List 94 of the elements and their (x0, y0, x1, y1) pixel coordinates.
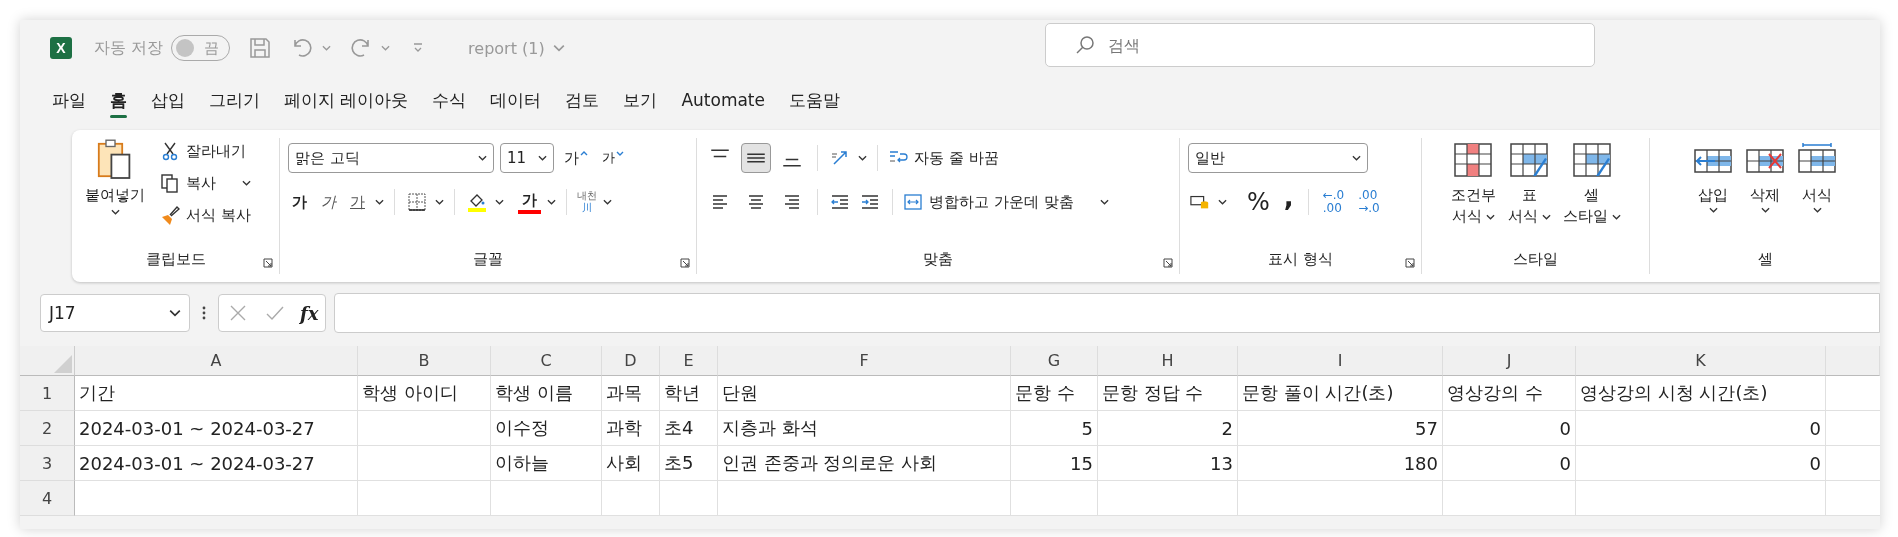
table-cell: 2024-03-01 ~ 2024-03-27 (75, 446, 358, 481)
table-cell: 인권 존중과 정의로운 사회 (718, 446, 1011, 481)
cell-command-button[interactable]: 서식 (1797, 142, 1837, 250)
comma-style-button[interactable]: , (1279, 182, 1298, 212)
table-cell: 학생 이름 (491, 376, 602, 411)
font-color-button[interactable]: 가 (518, 190, 541, 214)
table-cell: 영상강의 수 (1443, 376, 1576, 411)
table-cell: 사회 (602, 446, 660, 481)
menu-tab[interactable]: 도움말 (777, 82, 852, 118)
search-field[interactable]: 검색 (1045, 23, 1595, 67)
table-cell: 학생 아이디 (358, 376, 491, 411)
table-cell: 과목 (602, 376, 660, 411)
decrease-decimal-button[interactable]: .00 →.0 (1358, 189, 1380, 215)
phonetic-guide-button[interactable]: 내천 川 (577, 190, 597, 214)
table-cell: 초5 (660, 446, 718, 481)
menu-tab[interactable]: 보기 (611, 82, 670, 118)
cut-button[interactable]: 잘라내기 (160, 138, 251, 164)
column-header[interactable]: G (1011, 346, 1098, 376)
menu-tab[interactable]: 그리기 (197, 82, 272, 118)
format-painter-button[interactable]: 서식 복사 (160, 202, 251, 228)
copy-button[interactable]: 복사 (160, 170, 251, 196)
table-cell: 이하늘 (491, 446, 602, 481)
table-cell: 지층과 화석 (718, 411, 1011, 446)
cell-command-button[interactable]: 삽입 (1693, 142, 1733, 250)
font-name-dropdown[interactable]: 맑은 고딕 (288, 143, 494, 173)
row-header[interactable]: 1 (20, 376, 75, 411)
row-header[interactable]: 4 (20, 481, 75, 516)
column-header[interactable]: K (1576, 346, 1826, 376)
font-size-dropdown[interactable]: 11 (500, 143, 554, 173)
table-cell: 0 (1443, 446, 1576, 481)
row-header[interactable]: 3 (20, 446, 75, 481)
menu-tab[interactable]: 페이지 레이아웃 (272, 82, 421, 118)
group-label: 표시 형식 (1268, 250, 1333, 270)
style-button[interactable]: 셀 스타일 (1562, 142, 1621, 250)
table-cell: 2024-03-01 ~ 2024-03-27 (75, 411, 358, 446)
table-cell: 15 (1011, 446, 1098, 481)
table-cell: 영상강의 시청 시간(초) (1576, 376, 1826, 411)
column-header[interactable]: A (75, 346, 358, 376)
menu-tab[interactable]: 삽입 (139, 82, 197, 118)
underline-button[interactable]: 가 (346, 192, 369, 212)
menu-tab[interactable]: 검토 (553, 82, 612, 118)
italic-button[interactable]: 가 (317, 192, 340, 212)
shrink-font-button[interactable]: 가 (598, 149, 628, 167)
name-box[interactable]: J17 (40, 294, 190, 332)
menu-tab[interactable]: Automate (669, 84, 777, 116)
style-button[interactable]: 조건부 서식 (1450, 142, 1496, 250)
table-cell: 문항 수 (1011, 376, 1098, 411)
menu-tab[interactable]: 파일 (40, 82, 98, 118)
autosave-label: 자동 저장 (94, 37, 164, 59)
bold-button[interactable]: 가 (288, 192, 311, 212)
column-header[interactable]: D (602, 346, 660, 376)
table-cell: 180 (1238, 446, 1443, 481)
column-header[interactable]: F (718, 346, 1011, 376)
table-cell: 0 (1576, 411, 1826, 446)
number-format-dropdown[interactable]: 일반 (1188, 143, 1368, 173)
menu-tab[interactable]: 홈 (98, 82, 139, 118)
table-cell: 13 (1098, 446, 1238, 481)
table-cell: 학년 (660, 376, 718, 411)
group-label: 클립보드 (145, 250, 206, 270)
table-cell: 5 (1011, 411, 1098, 446)
menu-tab[interactable]: 수식 (420, 82, 479, 118)
column-header[interactable]: J (1443, 346, 1576, 376)
insert-function-button[interactable]: fx (299, 302, 319, 324)
column-header[interactable]: C (491, 346, 602, 376)
merge-center-button[interactable]: 병합하고 가운데 맞춤 (903, 189, 1109, 215)
wrap-text-button[interactable]: 자동 줄 바꿈 (888, 145, 999, 171)
table-cell: 0 (1576, 446, 1826, 481)
group-label: 맞춤 (923, 250, 953, 270)
table-cell: 기간 (75, 376, 358, 411)
percent-button[interactable]: % (1243, 188, 1274, 216)
grow-font-button[interactable]: 가 (560, 148, 592, 168)
table-cell: 초4 (660, 411, 718, 446)
column-header[interactable]: B (358, 346, 491, 376)
table-cell: 문항 풀이 시간(초) (1238, 376, 1443, 411)
paste-button[interactable]: 붙여넣기 (80, 138, 150, 250)
table-cell: 0 (1443, 411, 1576, 446)
excel-logo: X (50, 37, 72, 59)
table-cell: 단원 (718, 376, 1011, 411)
table-cell: 과학 (602, 411, 660, 446)
table-cell: 57 (1238, 411, 1443, 446)
row-header[interactable]: 2 (20, 411, 75, 446)
group-label: 스타일 (1513, 250, 1558, 270)
increase-decimal-button[interactable]: ←.0 .00 (1322, 189, 1345, 215)
column-header[interactable]: I (1238, 346, 1443, 376)
group-label: 글꼴 (473, 250, 503, 270)
table-cell: 2 (1098, 411, 1238, 446)
table-cell: 문항 정답 수 (1098, 376, 1238, 411)
column-header[interactable]: H (1098, 346, 1238, 376)
menu-tab[interactable]: 데이터 (478, 82, 554, 118)
group-label: 셀 (1757, 250, 1773, 270)
style-button[interactable]: 표 서식 (1507, 142, 1551, 250)
column-header[interactable]: E (660, 346, 718, 376)
table-cell: 이수정 (491, 411, 602, 446)
cell-command-button[interactable]: 삭제 (1745, 142, 1785, 250)
